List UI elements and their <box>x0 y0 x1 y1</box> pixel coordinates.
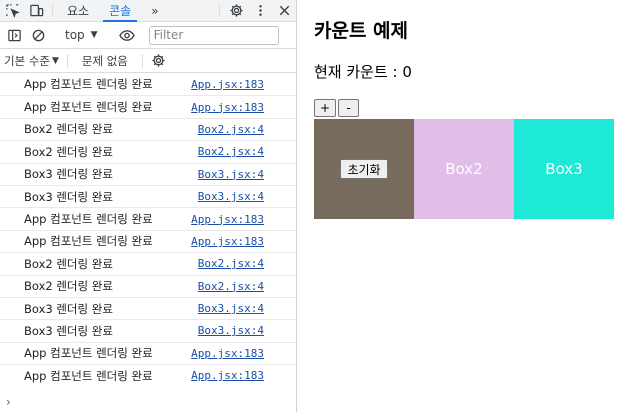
console-message-source-link[interactable]: Box3.jsx:4 <box>198 302 264 315</box>
more-tabs-button[interactable]: » <box>141 0 168 21</box>
count-display: 현재 카운트 : 0 <box>314 63 412 81</box>
console-message-text: Box2 렌더링 완료 <box>24 279 113 294</box>
box3: Box3 <box>514 119 614 219</box>
console-level-bar: 기본 수준 ▼ 문제 없음 <box>0 49 296 73</box>
issues-label: 문제 없음 <box>81 53 128 68</box>
console-message-row: Box3 렌더링 완료 Box3.jsx:4 <box>0 162 296 185</box>
filter-input[interactable] <box>148 25 279 45</box>
context-value: top <box>65 28 85 42</box>
console-message-row: App 컴포넌트 렌더링 완료 App.jsx:183 <box>0 229 296 252</box>
clear-console-icon[interactable] <box>26 28 50 43</box>
console-message-row: Box2 렌더링 완료 Box2.jsx:4 <box>0 140 296 162</box>
divider <box>66 53 68 68</box>
console-message-text: Box3 렌더링 완료 <box>24 167 113 182</box>
console-message-row: App 컴포넌트 렌더링 완료 App.jsx:183 <box>0 73 296 95</box>
live-expression-eye-icon[interactable] <box>113 28 141 43</box>
console-message-row: App 컴포넌트 렌더링 완료 App.jsx:183 <box>0 341 296 364</box>
caret-down-icon: ▼ <box>90 30 98 40</box>
console-message-source-link[interactable]: Box3.jsx:4 <box>198 324 264 337</box>
prompt-chevron-icon: › <box>6 395 11 409</box>
console-message-source-link[interactable]: App.jsx:183 <box>191 235 264 248</box>
console-message-text: Box2 렌더링 완료 <box>24 256 113 271</box>
more-options-icon[interactable] <box>248 0 272 21</box>
console-message-source-link[interactable]: Box2.jsx:4 <box>198 123 264 136</box>
console-message-row: App 컴포넌트 렌더링 완료 App.jsx:183 <box>0 207 296 229</box>
log-level-label: 기본 수준 <box>4 53 50 68</box>
console-messages: App 컴포넌트 렌더링 완료 App.jsx:183 App 컴포넌트 렌더링 완… <box>0 73 296 390</box>
box3-label: Box3 <box>545 160 583 178</box>
console-message-source-link[interactable]: App.jsx:183 <box>191 101 264 114</box>
console-message-row: App 컴포넌트 렌더링 완료 App.jsx:183 <box>0 95 296 117</box>
console-message-source-link[interactable]: Box3.jsx:4 <box>198 190 264 203</box>
console-message-source-link[interactable]: Box2.jsx:4 <box>198 280 264 293</box>
close-icon[interactable] <box>272 0 296 21</box>
page-title: 카운트 예제 <box>314 20 409 42</box>
devtools-tab-bar: 요소 콘솔 » <box>0 0 296 22</box>
console-message-text: App 컴포넌트 렌더링 완료 <box>24 77 153 92</box>
divider <box>219 4 220 17</box>
reset-button[interactable]: 초기화 <box>340 159 388 179</box>
console-message-row: Box3 렌더링 완료 Box3.jsx:4 <box>0 319 296 341</box>
devtools-panel: 요소 콘솔 » top ▼ Filter 기본 수준 ▼ 문제 없음 App 컴… <box>0 0 297 412</box>
box2: Box2 <box>414 119 514 219</box>
tab-elements-label: 요소 <box>67 4 90 18</box>
box2-label: Box2 <box>445 160 483 178</box>
sidebar-toggle-icon[interactable] <box>2 28 26 43</box>
console-message-text: Box2 렌더링 완료 <box>24 144 113 159</box>
inspect-element-icon[interactable] <box>0 0 24 21</box>
divider <box>141 53 143 68</box>
increment-button[interactable]: + <box>314 99 337 117</box>
console-message-text: App 컴포넌트 렌더링 완료 <box>24 346 153 361</box>
console-message-row: Box3 렌더링 완료 Box3.jsx:4 <box>0 296 296 319</box>
console-message-text: Box3 렌더링 완료 <box>24 189 113 204</box>
console-message-source-link[interactable]: Box2.jsx:4 <box>198 145 264 158</box>
app-page: 카운트 예제 현재 카운트 : 0 + - 초기화 Box2 Box3 <box>298 0 622 412</box>
console-message-row: Box2 렌더링 완료 Box2.jsx:4 <box>0 117 296 140</box>
counter-buttons: + - <box>314 99 360 117</box>
console-message-text: App 컴포넌트 렌더링 완료 <box>24 368 153 383</box>
settings-gear-icon[interactable] <box>224 0 248 21</box>
tab-console-label: 콘솔 <box>109 4 132 18</box>
console-message-text: App 컴포넌트 렌더링 완료 <box>24 212 153 227</box>
console-message-text: Box3 렌더링 완료 <box>24 301 113 316</box>
console-message-row: Box3 렌더링 완료 Box3.jsx:4 <box>0 184 296 207</box>
console-message-source-link[interactable]: App.jsx:183 <box>191 369 264 382</box>
caret-down-icon: ▼ <box>51 55 59 66</box>
console-message-source-link[interactable]: Box2.jsx:4 <box>198 257 264 270</box>
more-tabs-label: » <box>151 3 159 18</box>
console-prompt[interactable]: › <box>0 392 296 412</box>
tab-elements[interactable]: 요소 <box>57 0 99 21</box>
divider <box>52 4 53 17</box>
context-select[interactable]: top ▼ <box>59 28 104 42</box>
console-message-text: Box2 렌더링 완료 <box>24 122 113 137</box>
console-message-text: App 컴포넌트 렌더링 완료 <box>24 234 153 249</box>
console-message-source-link[interactable]: App.jsx:183 <box>191 347 264 360</box>
decrement-button[interactable]: - <box>338 99 360 117</box>
console-message-text: App 컴포넌트 렌더링 완료 <box>24 100 153 115</box>
console-message-row: Box2 렌더링 완료 Box2.jsx:4 <box>0 274 296 297</box>
console-message-text: Box3 렌더링 완료 <box>24 323 113 338</box>
console-message-source-link[interactable]: App.jsx:183 <box>191 78 264 91</box>
tab-console[interactable]: 콘솔 <box>99 0 141 22</box>
console-message-source-link[interactable]: Box3.jsx:4 <box>198 168 264 181</box>
box1: 초기화 <box>314 119 414 219</box>
console-message-row: App 컴포넌트 렌더링 완료 App.jsx:183 <box>0 364 296 386</box>
console-message-source-link[interactable]: App.jsx:183 <box>191 213 264 226</box>
issues-indicator[interactable]: 문제 없음 <box>72 53 138 69</box>
console-toolbar: top ▼ <box>0 22 296 49</box>
device-toolbar-icon[interactable] <box>24 0 48 21</box>
console-message-row: Box2 렌더링 완료 Box2.jsx:4 <box>0 252 296 274</box>
log-level-select[interactable]: 기본 수준 ▼ <box>0 53 63 69</box>
console-settings-gear-icon[interactable] <box>147 53 171 68</box>
boxes-row: 초기화 Box2 Box3 <box>314 119 614 219</box>
